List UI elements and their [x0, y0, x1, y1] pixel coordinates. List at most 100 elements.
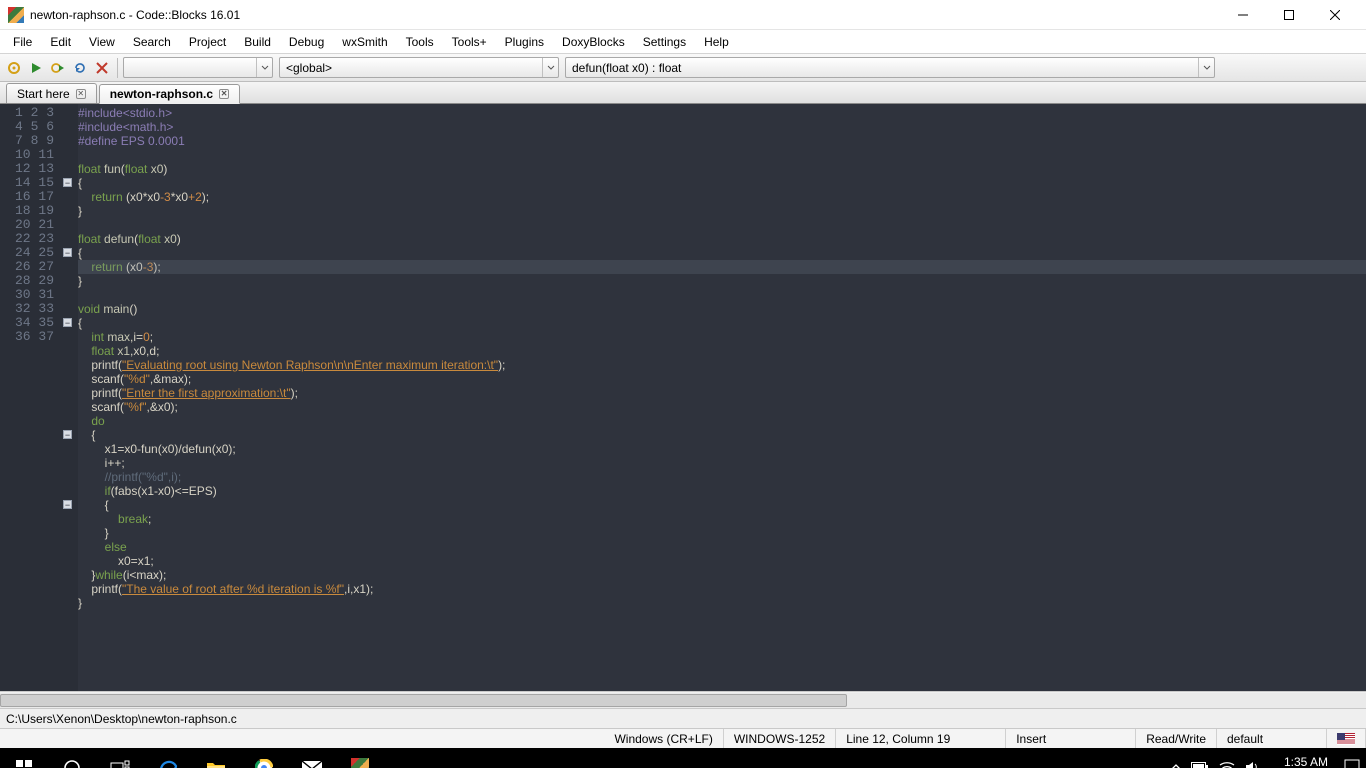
code-line: } — [78, 596, 1366, 610]
code-line: if(fabs(x1-x0)<=EPS) — [78, 484, 1366, 498]
code-line: scanf("%f",&x0); — [78, 400, 1366, 414]
file-explorer-icon[interactable] — [192, 748, 240, 768]
code-area[interactable]: #include<stdio.h>#include<math.h>#define… — [78, 104, 1366, 691]
rebuild-icon[interactable] — [70, 58, 90, 78]
menu-plugins[interactable]: Plugins — [496, 32, 553, 52]
action-center-icon[interactable] — [1344, 759, 1360, 768]
code-line: printf("Evaluating root using Newton Rap… — [78, 358, 1366, 372]
minimize-button[interactable] — [1220, 0, 1266, 30]
run-icon[interactable] — [26, 58, 46, 78]
tab-newton-raphson-c[interactable]: newton-raphson.c ✕ — [99, 84, 240, 104]
status-bar: Windows (CR+LF) WINDOWS-1252 Line 12, Co… — [0, 728, 1366, 748]
menu-view[interactable]: View — [80, 32, 124, 52]
menu-wxsmith[interactable]: wxSmith — [333, 32, 396, 52]
code-line: } — [78, 274, 1366, 288]
file-path-bar: C:\Users\Xenon\Desktop\newton-raphson.c — [0, 708, 1366, 728]
scope-combo[interactable]: <global> — [279, 57, 559, 78]
chevron-down-icon — [542, 58, 558, 77]
code-line: float x1,x0,d; — [78, 344, 1366, 358]
code-line — [78, 288, 1366, 302]
tab-start-here[interactable]: Start here ✕ — [6, 83, 97, 103]
toolbar-separator — [117, 58, 118, 78]
system-tray: 1:35 AM 6/22/2017 — [1171, 756, 1366, 768]
battery-icon[interactable] — [1191, 761, 1209, 768]
code-line: void main() — [78, 302, 1366, 316]
fold-marker[interactable]: − — [63, 500, 72, 509]
code-line: { — [78, 428, 1366, 442]
mail-icon[interactable] — [288, 748, 336, 768]
fold-marker[interactable]: − — [63, 178, 72, 187]
code-line: { — [78, 176, 1366, 190]
code-line: #include<math.h> — [78, 120, 1366, 134]
menu-tools+[interactable]: Tools+ — [443, 32, 496, 52]
menu-project[interactable]: Project — [180, 32, 235, 52]
code-line: #define EPS 0.0001 — [78, 134, 1366, 148]
edge-icon[interactable] — [144, 748, 192, 768]
menu-file[interactable]: File — [4, 32, 41, 52]
code-line — [78, 148, 1366, 162]
chrome-icon[interactable] — [240, 748, 288, 768]
code-line: i++; — [78, 456, 1366, 470]
tab-label: Start here — [17, 87, 70, 101]
tab-close-icon[interactable]: ✕ — [219, 89, 229, 99]
scrollbar-track[interactable] — [0, 693, 1366, 708]
code-line: #include<stdio.h> — [78, 106, 1366, 120]
codeblocks-taskbar-icon[interactable] — [336, 748, 384, 768]
app-icon — [8, 7, 24, 23]
code-line: do — [78, 414, 1366, 428]
scrollbar-thumb[interactable] — [0, 694, 847, 707]
fold-marker[interactable]: − — [63, 430, 72, 439]
menu-search[interactable]: Search — [124, 32, 180, 52]
taskbar-clock[interactable]: 1:35 AM 6/22/2017 — [1269, 756, 1334, 768]
code-line: printf("The value of root after %d itera… — [78, 582, 1366, 596]
menu-debug[interactable]: Debug — [280, 32, 333, 52]
code-line: break; — [78, 512, 1366, 526]
tab-label: newton-raphson.c — [110, 87, 213, 101]
build-run-icon[interactable] — [48, 58, 68, 78]
code-line: } — [78, 204, 1366, 218]
horizontal-scrollbar[interactable] — [0, 691, 1366, 708]
status-language-flag[interactable] — [1327, 729, 1366, 748]
menu-settings[interactable]: Settings — [634, 32, 695, 52]
fold-column[interactable]: − − − − − — [62, 104, 78, 691]
fold-marker[interactable]: − — [63, 248, 72, 257]
code-line: else — [78, 540, 1366, 554]
status-insert-mode: Insert — [1006, 729, 1136, 748]
code-line: scanf("%d",&max); — [78, 372, 1366, 386]
wifi-icon[interactable] — [1219, 761, 1235, 768]
window-title: newton-raphson.c - Code::Blocks 16.01 — [30, 8, 1220, 22]
tray-expand-icon[interactable] — [1171, 761, 1181, 768]
code-line: return (x0*x0-3*x0+2); — [78, 190, 1366, 204]
menu-edit[interactable]: Edit — [41, 32, 80, 52]
code-editor[interactable]: 1 2 3 4 5 6 7 8 9 10 11 12 13 14 15 16 1… — [0, 104, 1366, 691]
gear-icon[interactable] — [4, 58, 24, 78]
cortana-icon[interactable] — [48, 748, 96, 768]
code-line: }while(i<max); — [78, 568, 1366, 582]
tab-close-icon[interactable]: ✕ — [76, 89, 86, 99]
code-line: float fun(float x0) — [78, 162, 1366, 176]
code-line: } — [78, 526, 1366, 540]
status-profile: default — [1217, 729, 1327, 748]
code-line: float defun(float x0) — [78, 232, 1366, 246]
status-readwrite: Read/Write — [1136, 729, 1217, 748]
menu-build[interactable]: Build — [235, 32, 280, 52]
editor-tabs: Start here ✕ newton-raphson.c ✕ — [0, 82, 1366, 104]
function-combo-text: defun(float x0) : float — [566, 61, 1198, 75]
menu-tools[interactable]: Tools — [397, 32, 443, 52]
flag-icon — [1337, 733, 1355, 745]
function-combo[interactable]: defun(float x0) : float — [565, 57, 1215, 78]
close-button[interactable] — [1312, 0, 1358, 30]
start-button[interactable] — [0, 748, 48, 768]
target-combo[interactable] — [123, 57, 273, 78]
title-bar: newton-raphson.c - Code::Blocks 16.01 — [0, 0, 1366, 30]
fold-marker[interactable]: − — [63, 318, 72, 327]
code-line — [78, 610, 1366, 624]
main-toolbar: <global> defun(float x0) : float — [0, 54, 1366, 82]
volume-icon[interactable] — [1245, 760, 1259, 768]
status-encoding: WINDOWS-1252 — [724, 729, 836, 748]
task-view-icon[interactable] — [96, 748, 144, 768]
maximize-button[interactable] — [1266, 0, 1312, 30]
menu-help[interactable]: Help — [695, 32, 738, 52]
menu-doxyblocks[interactable]: DoxyBlocks — [553, 32, 634, 52]
abort-icon[interactable] — [92, 58, 112, 78]
